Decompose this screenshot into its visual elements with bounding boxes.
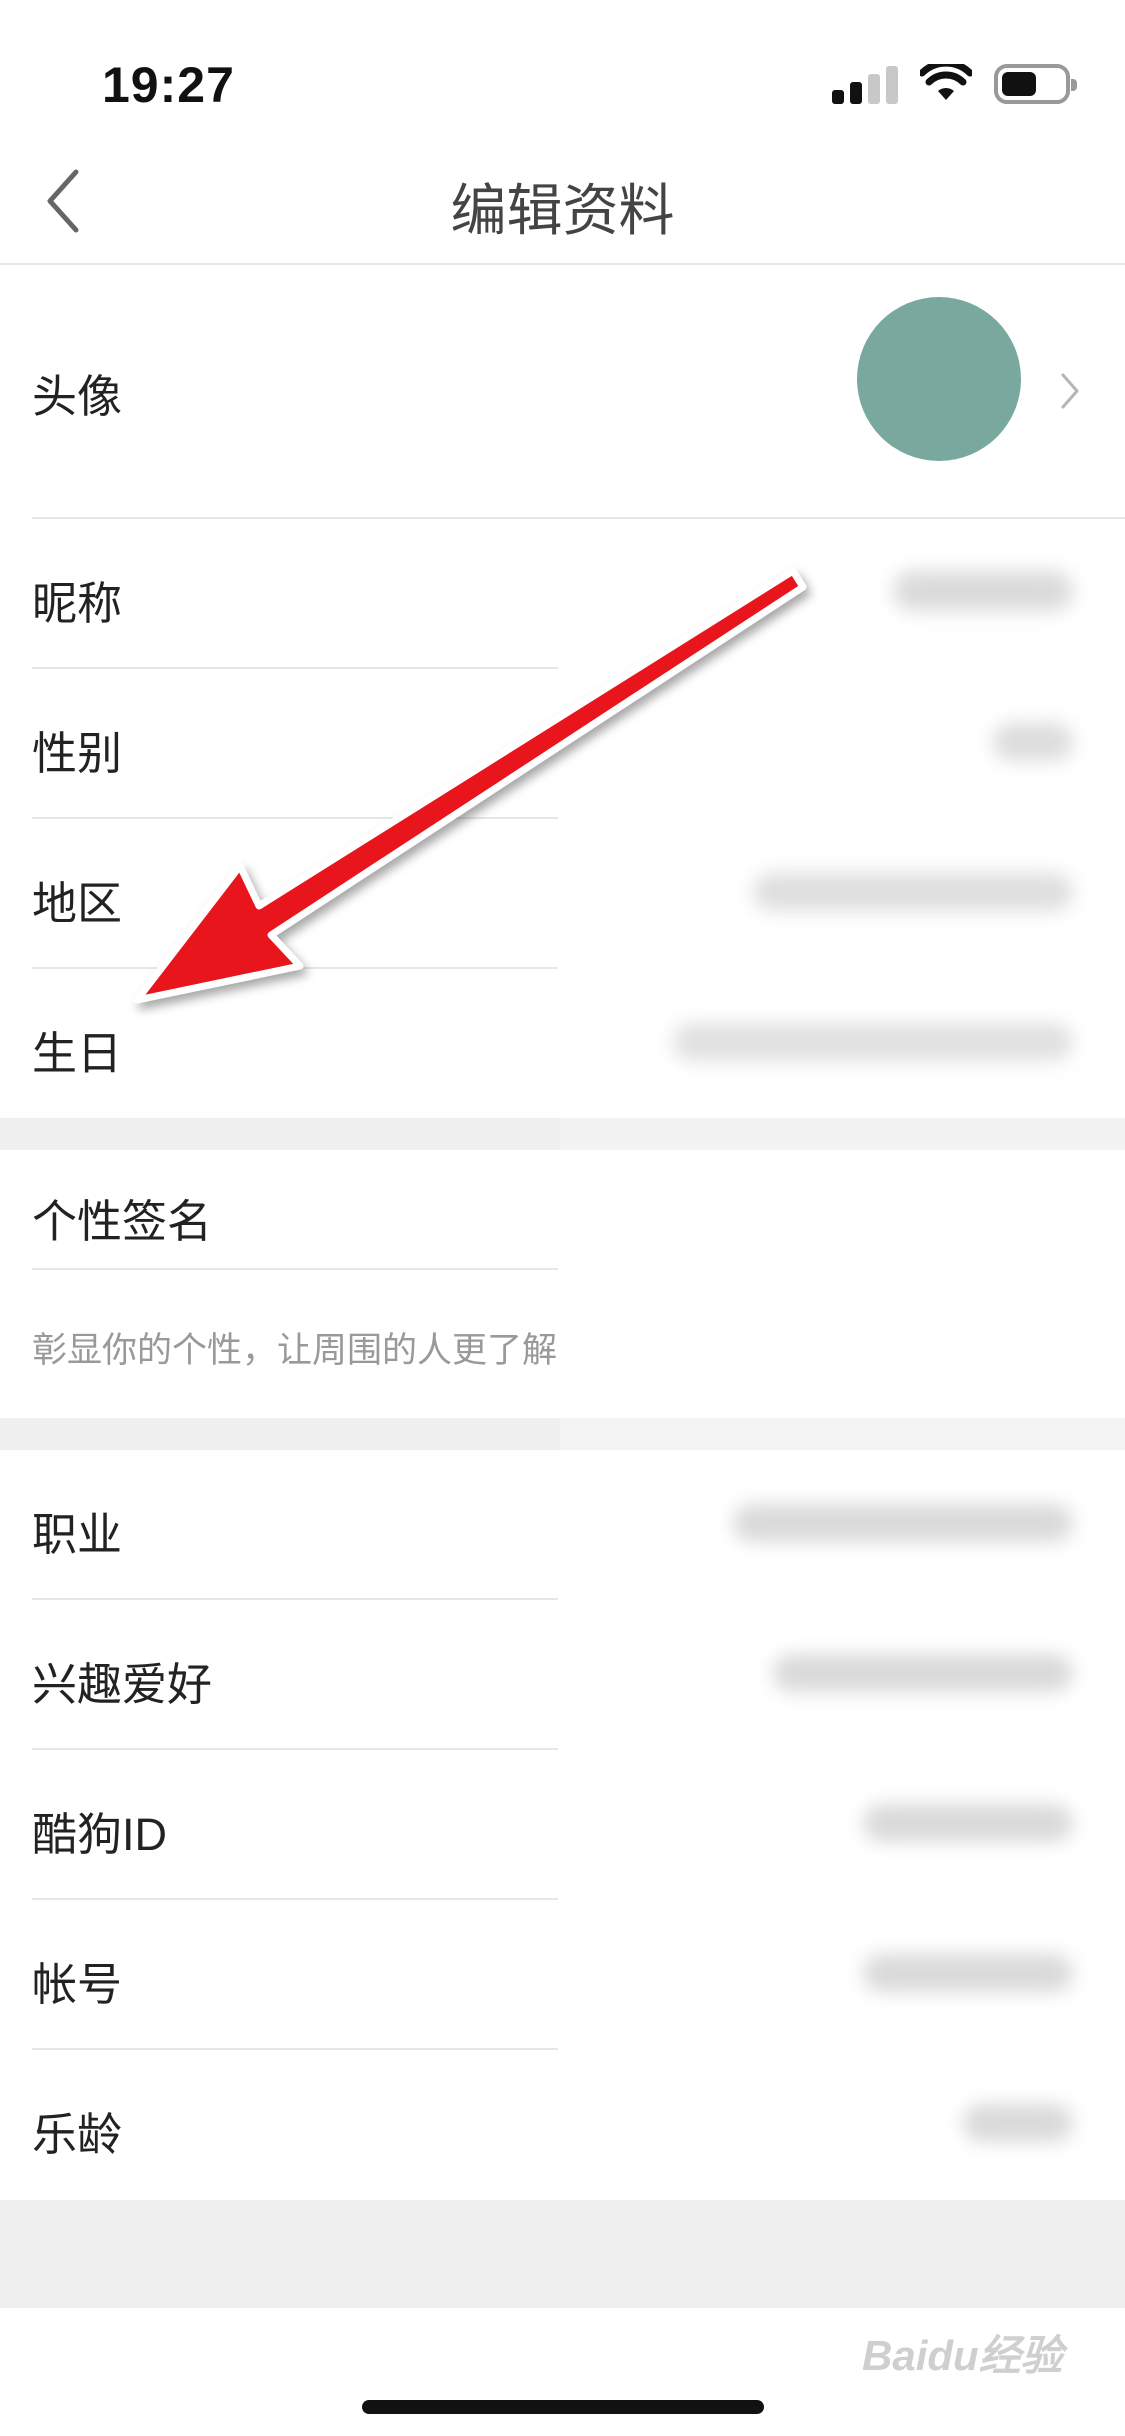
occupation-label: 职业 [32, 1509, 123, 1560]
signature-label: 个性签名 [32, 1196, 213, 1247]
region-row[interactable]: 地区 [0, 819, 1125, 967]
home-indicator[interactable] [362, 2400, 764, 2414]
section-gap [0, 1418, 1125, 1450]
region-label: 地区 [32, 878, 123, 929]
section-gap [0, 1118, 1125, 1150]
account-value [863, 1954, 1073, 1992]
occupation-value [733, 1504, 1073, 1542]
region-value [753, 873, 1073, 911]
nickname-value [893, 571, 1073, 611]
kugou-id-label: 酷狗ID [32, 1809, 168, 1860]
account-label: 帐号 [32, 1959, 123, 2010]
avatar[interactable] [857, 297, 1021, 461]
gender-row[interactable]: 性别 [0, 669, 1125, 817]
birthday-value [673, 1023, 1073, 1061]
hobbies-label: 兴趣爱好 [32, 1659, 213, 1710]
music-age-value [963, 2104, 1073, 2142]
bottom-area [0, 2200, 1125, 2308]
signature-input[interactable]: 彰显你的个性，让周围的人更了解 [32, 1322, 557, 1373]
account-row[interactable]: 帐号 [0, 1900, 1125, 2048]
music-age-label: 乐龄 [32, 2109, 123, 2160]
avatar-row[interactable]: 头像 [0, 265, 1125, 518]
avatar-label: 头像 [32, 371, 123, 422]
cellular-signal-icon [832, 64, 898, 104]
baidu-watermark: Baidu经验 [862, 2332, 1063, 2379]
status-icons [832, 64, 1077, 104]
occupation-row[interactable]: 职业 [0, 1450, 1125, 1598]
page-title: 编辑资料 [450, 179, 675, 242]
hobbies-value [773, 1654, 1073, 1692]
kugou-id-row[interactable]: 酷狗ID [0, 1750, 1125, 1898]
kugou-id-value [863, 1804, 1073, 1842]
nickname-row[interactable]: 昵称 [0, 519, 1125, 667]
battery-icon [994, 64, 1077, 104]
navigation-bar: 编辑资料 [0, 140, 1125, 265]
birthday-label: 生日 [32, 1028, 123, 1079]
gender-value [993, 723, 1073, 761]
divider [32, 1268, 558, 1270]
music-age-row[interactable]: 乐龄 [0, 2050, 1125, 2198]
chevron-right-icon [1061, 373, 1079, 409]
status-bar: 19:27 [0, 0, 1125, 140]
hobbies-row[interactable]: 兴趣爱好 [0, 1600, 1125, 1748]
gender-label: 性别 [32, 728, 123, 779]
birthday-row[interactable]: 生日 [0, 969, 1125, 1117]
nickname-label: 昵称 [32, 578, 123, 629]
wifi-icon [920, 64, 972, 100]
signature-section: 个性签名 彰显你的个性，让周围的人更了解 [0, 1150, 1125, 1418]
status-time: 19:27 [102, 57, 235, 113]
